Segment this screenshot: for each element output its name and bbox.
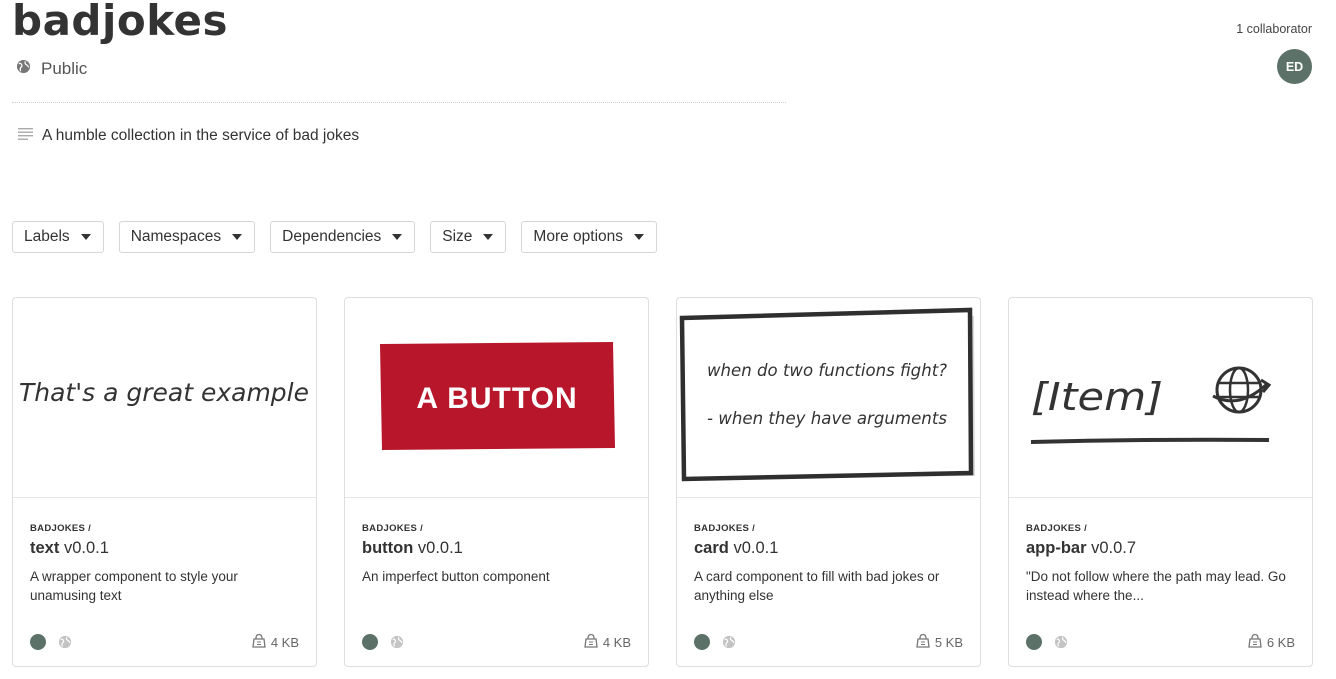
dependencies-filter-dropdown[interactable]: Dependencies [270, 221, 416, 253]
package-size-icon [1248, 633, 1262, 651]
filter-label: Dependencies [282, 228, 382, 245]
size-value: 5 KB [934, 634, 963, 650]
component-description: A wrapper component to style your unamus… [30, 569, 238, 603]
component-card-app-bar[interactable]: [Item] BADJOKES / app-bar v0.0.7 "Do not… [1008, 297, 1313, 667]
collection-description: A humble collection in the service of ba… [18, 127, 359, 145]
package-size-icon [584, 633, 598, 651]
caret-down-icon [80, 234, 91, 240]
component-preview: That's a great example [13, 298, 316, 498]
component-card-button[interactable]: A BUTTON BADJOKES / button v0.0.1 An imp… [344, 297, 649, 667]
status-dot [362, 634, 378, 650]
component-preview: when do two functions fight? - when they… [677, 298, 980, 498]
component-scope: BADJOKES / [362, 523, 424, 534]
component-version: v0.0.1 [733, 539, 779, 557]
component-size: 5 KB [916, 633, 963, 651]
caret-down-icon [634, 234, 645, 240]
header-divider [12, 102, 786, 103]
collaborator-count[interactable]: 1 collaborator [1236, 22, 1312, 36]
description-text: A humble collection in the service of ba… [42, 127, 360, 144]
visibility-label: Public [41, 59, 88, 78]
component-size: 4 KB [584, 633, 631, 651]
globe-icon [58, 635, 72, 649]
component-card-text[interactable]: That's a great example BADJOKES / text v… [12, 297, 317, 667]
more-options-dropdown[interactable]: More options [521, 221, 658, 253]
globe-icon [390, 635, 404, 649]
component-card-card[interactable]: when do two functions fight? - when they… [676, 297, 981, 667]
component-scope: BADJOKES / [694, 523, 756, 534]
preview-text: That's a great example [19, 378, 309, 407]
preview-item-label: [Item] [1031, 375, 1163, 419]
collection-title: badjokes [12, 0, 229, 45]
caret-down-icon [232, 234, 243, 240]
size-value: 4 KB [602, 634, 631, 650]
status-dot [694, 634, 710, 650]
component-grid: That's a great example BADJOKES / text v… [12, 297, 1313, 667]
filter-label: More options [533, 228, 624, 245]
preview-joke-answer: - when they have arguments [707, 409, 947, 429]
component-version: v0.0.7 [1091, 539, 1137, 557]
filter-label: Namespaces [130, 228, 222, 245]
avatar[interactable]: ED [1277, 49, 1312, 84]
preview-joke-question: when do two functions fight? [707, 361, 947, 381]
status-dot [30, 634, 46, 650]
component-name: button [362, 539, 414, 557]
globe-icon [16, 59, 31, 79]
package-size-icon [252, 633, 266, 651]
text-lines-icon [18, 127, 33, 145]
size-filter-dropdown[interactable]: Size [430, 221, 507, 253]
component-name: card [694, 539, 729, 557]
component-scope: BADJOKES / [30, 523, 92, 534]
globe-arrow-icon [1212, 366, 1272, 414]
component-name: app-bar [1026, 539, 1087, 557]
visibility-indicator: Public [16, 59, 87, 79]
namespaces-filter-dropdown[interactable]: Namespaces [118, 221, 256, 253]
component-name: text [30, 539, 60, 557]
component-size: 4 KB [252, 633, 299, 651]
size-value: 6 KB [1266, 634, 1295, 650]
preview-button-label: A BUTTON [416, 382, 577, 415]
labels-filter-dropdown[interactable]: Labels [12, 221, 104, 253]
component-version: v0.0.1 [417, 539, 463, 557]
filter-label: Labels [24, 228, 70, 245]
component-preview: A BUTTON [345, 298, 648, 498]
filter-bar: Labels Namespaces Dependencies Size More… [12, 221, 658, 253]
size-value: 4 KB [270, 634, 299, 650]
component-size: 6 KB [1248, 633, 1295, 651]
component-description: A card component to fill with bad jokes … [694, 569, 940, 603]
component-description: An imperfect button component [362, 569, 550, 584]
component-preview: [Item] [1009, 298, 1312, 498]
globe-icon [722, 635, 736, 649]
caret-down-icon [483, 234, 494, 240]
caret-down-icon [392, 234, 403, 240]
component-description: "Do not follow where the path may lead. … [1026, 569, 1286, 603]
package-size-icon [916, 633, 930, 651]
status-dot [1026, 634, 1042, 650]
globe-icon [1054, 635, 1068, 649]
component-scope: BADJOKES / [1026, 523, 1088, 534]
component-version: v0.0.1 [63, 539, 109, 557]
filter-label: Size [442, 228, 473, 245]
